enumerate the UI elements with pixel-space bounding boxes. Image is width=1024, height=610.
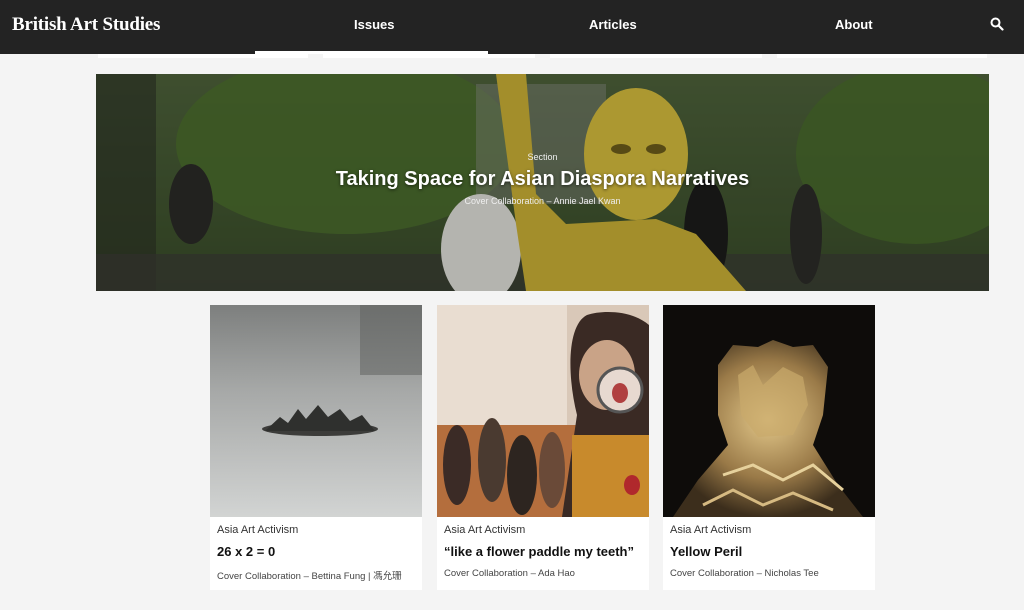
card-credit: Cover Collaboration – Nicholas Tee — [670, 568, 819, 579]
previous-card-edge — [323, 54, 535, 58]
card-category: Asia Art Activism — [444, 524, 526, 536]
article-card[interactable]: Asia Art Activism “like a flower paddle … — [437, 305, 649, 590]
card-title[interactable]: 26 x 2 = 0 — [217, 544, 275, 559]
hero-credit: Cover Collaboration – Annie Jael Kwan — [464, 196, 621, 206]
search-icon[interactable] — [990, 17, 1010, 37]
card-image — [437, 305, 649, 517]
hero-title[interactable]: Taking Space for Asian Diaspora Narrativ… — [96, 168, 989, 191]
site-header: British Art Studies Issues Articles Abou… — [0, 0, 1024, 54]
site-logo[interactable]: British Art Studies — [12, 14, 160, 36]
previous-card-edge — [777, 54, 987, 58]
previous-card-edge — [98, 54, 308, 58]
nav-articles[interactable]: Articles — [589, 17, 637, 32]
card-image — [210, 305, 422, 517]
card-credit: Cover Collaboration – Bettina Fung | 馮允珊 — [217, 571, 402, 582]
nav-issues[interactable]: Issues — [354, 17, 394, 32]
previous-card-edge — [550, 54, 762, 58]
nav-about[interactable]: About — [835, 17, 873, 32]
card-credit: Cover Collaboration – Ada Hao — [444, 568, 575, 579]
hero-banner[interactable]: Section Taking Space for Asian Diaspora … — [96, 74, 989, 291]
hero-section-label: Section — [527, 152, 558, 162]
card-image — [663, 305, 875, 517]
article-card[interactable]: Asia Art Activism Yellow Peril Cover Col… — [663, 305, 875, 590]
card-category: Asia Art Activism — [217, 524, 299, 536]
card-title[interactable]: Yellow Peril — [670, 544, 742, 559]
card-title[interactable]: “like a flower paddle my teeth” — [444, 544, 634, 559]
card-category: Asia Art Activism — [670, 524, 752, 536]
article-card[interactable]: Asia Art Activism 26 x 2 = 0 Cover Colla… — [210, 305, 422, 590]
